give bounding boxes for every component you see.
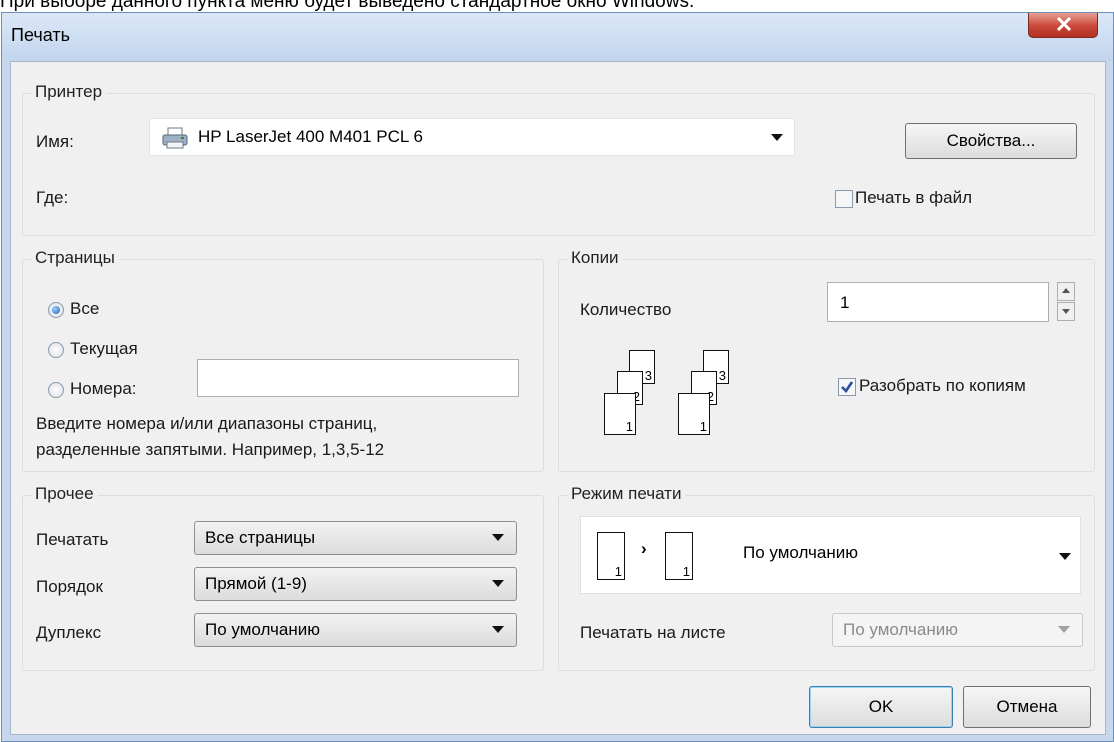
print-dialog: Печать Принтер Имя: HP LaserJet 400 M401… xyxy=(1,12,1114,742)
per-sheet-select[interactable]: По умолчанию xyxy=(832,613,1083,647)
copies-group: Копии Количество 1 3 2 1 3 2 1 Разобрать… xyxy=(558,248,1095,472)
other-group: Прочее Печатать Все страницы Порядок Пря… xyxy=(22,484,544,671)
per-sheet-label: Печатать на листе xyxy=(580,623,726,642)
pages-legend: Страницы xyxy=(31,248,119,268)
page-range-hint-line1: Введите номера и/или диапазоны страниц, xyxy=(36,414,378,433)
order-label: Порядок xyxy=(36,577,103,596)
printer-select[interactable]: HP LaserJet 400 M401 PCL 6 xyxy=(149,118,795,156)
collate-label: Разобрать по копиям xyxy=(859,376,1026,395)
collate-illustration: 3 2 1 3 2 1 xyxy=(581,348,751,448)
copies-count-label: Количество xyxy=(580,300,672,319)
pages-current-radio[interactable] xyxy=(48,342,64,358)
chevron-down-icon xyxy=(492,534,504,541)
copies-spinner[interactable] xyxy=(1057,282,1075,322)
order-value: Прямой (1-9) xyxy=(205,574,307,593)
spin-down-button[interactable] xyxy=(1057,302,1075,321)
other-legend: Прочее xyxy=(31,484,98,504)
mode-target-page: 1 xyxy=(665,532,693,580)
print-to-file-checkbox[interactable] xyxy=(835,190,853,208)
pages-all-radio[interactable] xyxy=(48,302,64,318)
print-range-label: Печатать xyxy=(36,530,109,549)
chevron-down-icon xyxy=(492,626,504,633)
pages-group: Страницы Все Текущая Номера: Введите ном… xyxy=(22,248,544,472)
chevron-down-icon xyxy=(1059,553,1071,560)
duplex-select[interactable]: По умолчанию xyxy=(194,613,517,647)
pages-numbers-radio[interactable] xyxy=(48,382,64,398)
printer-group: Принтер Имя: HP LaserJet 400 M401 PCL 6 … xyxy=(22,82,1095,236)
print-mode-select[interactable]: 1 › 1 По умолчанию xyxy=(580,516,1081,594)
copies-count-value: 1 xyxy=(840,293,850,312)
print-mode-group: Режим печати 1 › 1 По умолчанию Печатать… xyxy=(558,484,1095,671)
collate-page: 1 xyxy=(678,393,710,435)
printer-location-label: Где: xyxy=(36,188,69,207)
close-button[interactable] xyxy=(1028,13,1098,38)
ok-button[interactable]: OK xyxy=(809,686,953,728)
title-bar: Печать xyxy=(2,13,1113,61)
copies-legend: Копии xyxy=(567,248,623,268)
spin-up-icon xyxy=(1062,288,1070,293)
mode-source-page: 1 xyxy=(597,532,625,580)
order-select[interactable]: Прямой (1-9) xyxy=(194,567,517,601)
collate-checkbox[interactable] xyxy=(838,378,856,396)
printer-legend: Принтер xyxy=(31,82,107,102)
arrow-right-icon: › xyxy=(641,539,647,558)
duplex-value: По умолчанию xyxy=(205,620,320,639)
properties-button[interactable]: Свойства... xyxy=(905,123,1077,159)
chevron-down-icon xyxy=(492,580,504,587)
print-to-file-label: Печать в файл xyxy=(855,188,973,207)
print-mode-legend: Режим печати xyxy=(567,484,686,504)
spin-down-icon xyxy=(1062,309,1070,314)
per-sheet-value: По умолчанию xyxy=(843,620,958,639)
printer-name-label: Имя: xyxy=(36,132,74,151)
copies-count-input[interactable]: 1 xyxy=(827,282,1049,322)
printer-icon xyxy=(162,127,188,149)
page-numbers-input[interactable] xyxy=(197,359,519,397)
print-range-select[interactable]: Все страницы xyxy=(194,521,517,555)
pages-numbers-label: Номера: xyxy=(70,379,137,398)
pages-current-label: Текущая xyxy=(70,339,138,358)
print-mode-value: По умолчанию xyxy=(743,543,858,562)
checkmark-icon xyxy=(841,381,854,394)
collate-page: 1 xyxy=(604,393,636,435)
page-range-hint-line2: разделенные запятыми. Например, 1,3,5-12 xyxy=(36,440,385,459)
pages-all-label: Все xyxy=(70,299,100,318)
chevron-down-icon xyxy=(1058,626,1070,633)
printer-name-value: HP LaserJet 400 M401 PCL 6 xyxy=(198,127,423,146)
print-range-value: Все страницы xyxy=(205,528,316,547)
dialog-title: Печать xyxy=(11,25,70,45)
spin-up-button[interactable] xyxy=(1057,282,1075,301)
cancel-button[interactable]: Отмена xyxy=(963,686,1091,728)
duplex-label: Дуплекс xyxy=(36,623,102,642)
dialog-client-area: Принтер Имя: HP LaserJet 400 M401 PCL 6 … xyxy=(10,61,1106,735)
chevron-down-icon xyxy=(771,134,783,141)
close-icon xyxy=(1056,17,1072,31)
